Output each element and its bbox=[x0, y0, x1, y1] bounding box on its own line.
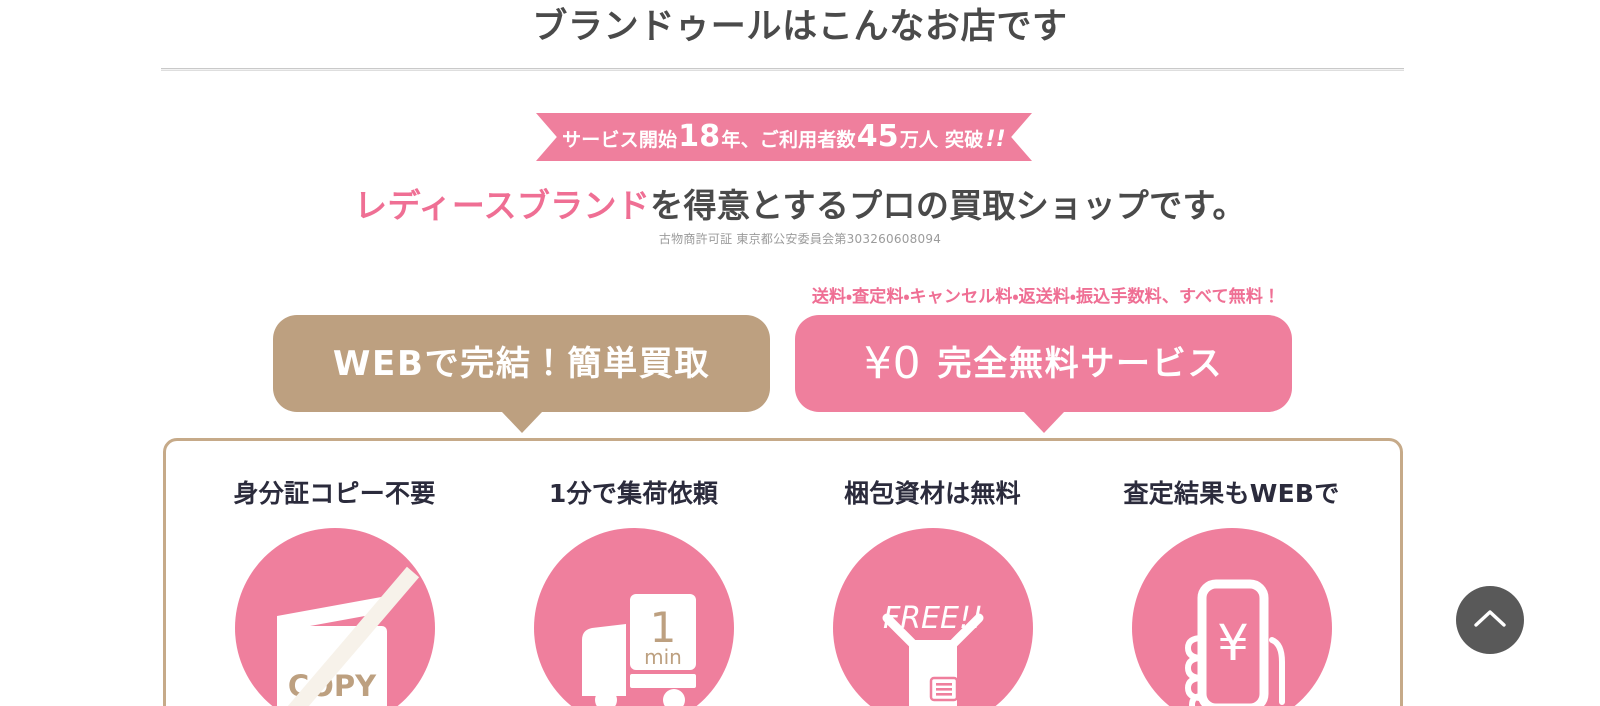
free-services-note: 送料・査定料・キャンセル料・返送料・振込手数料、すべて無料！ bbox=[811, 287, 1281, 307]
feature-title: 身分証コピー不要 bbox=[233, 479, 436, 508]
bubble-web-text: WEBで完結！簡単買取 bbox=[332, 343, 711, 384]
feature-one-minute-pickup: 1分で集荷依頼 1 min bbox=[484, 440, 783, 706]
bubble-web-kanketsu: WEBで完結！簡単買取 bbox=[273, 315, 770, 433]
scroll-to-top-button[interactable] bbox=[1456, 586, 1524, 654]
headline-highlight: レディースブランド bbox=[354, 186, 651, 225]
page-root: ブランドゥールはこんなお店です サービス開始 18 年、ご利用者数 45 万人 突破!!… bbox=[0, 0, 1600, 706]
svg-text:¥: ¥ bbox=[1217, 614, 1249, 672]
feature-web-appraisal: 査定結果もWEBで ¥ bbox=[1082, 440, 1381, 706]
bubble-yen-amount: ¥0 bbox=[863, 337, 922, 389]
svg-text:FREE!!: FREE!! bbox=[882, 601, 982, 636]
bubble-free-text: ¥0 完全無料サービス bbox=[863, 337, 1224, 389]
svg-text:min: min bbox=[644, 645, 682, 669]
bubble-zero-yen: ¥0 完全無料サービス bbox=[795, 315, 1292, 433]
feature-title: 梱包資材は無料 bbox=[844, 479, 1021, 508]
ribbon-middle: 年、ご利用者数 bbox=[721, 129, 856, 151]
ribbon-exclamation: !! bbox=[985, 127, 1006, 152]
title-divider bbox=[161, 68, 1404, 71]
service-stats-ribbon: サービス開始 18 年、ご利用者数 45 万人 突破!! bbox=[536, 113, 1032, 161]
page-title: ブランドゥールはこんなお店です bbox=[532, 7, 1068, 47]
feature-title: 1分で集荷依頼 bbox=[548, 479, 719, 508]
delivery-truck-icon: 1 min bbox=[533, 528, 734, 706]
ribbon-suffix: 万人 突破 bbox=[899, 129, 984, 151]
feature-no-id-copy: 身分証コピー不要 COPY bbox=[185, 440, 484, 706]
open-box-icon: FREE!! bbox=[832, 528, 1033, 706]
ribbon-years-value: 18 bbox=[678, 119, 721, 154]
headline: レディースブランドを得意とするプロの買取ショップです。 bbox=[0, 184, 1600, 228]
hand-smartphone-yen-icon: ¥ bbox=[1131, 528, 1332, 706]
chevron-up-icon bbox=[1473, 607, 1507, 633]
headline-rest: を得意とするプロの買取ショップです。 bbox=[650, 186, 1246, 225]
id-card-copy-crossed-icon: COPY bbox=[234, 528, 435, 706]
license-number: 古物商許可証 東京都公安委員会第303260608094 bbox=[658, 232, 942, 246]
ribbon-prefix: サービス開始 bbox=[562, 129, 678, 151]
feature-title: 査定結果もWEBで bbox=[1123, 479, 1340, 508]
ribbon-users-value: 45 bbox=[856, 119, 899, 154]
features-list: 身分証コピー不要 COPY 1分で集荷依頼 1 min 梱包資材は無料 FREE… bbox=[163, 440, 1403, 706]
bubble-free-label: 完全無料サービス bbox=[937, 343, 1224, 384]
ribbon-text: サービス開始 18 年、ご利用者数 45 万人 突破!! bbox=[562, 122, 1006, 152]
feature-free-packing: 梱包資材は無料 FREE!! bbox=[783, 440, 1082, 706]
